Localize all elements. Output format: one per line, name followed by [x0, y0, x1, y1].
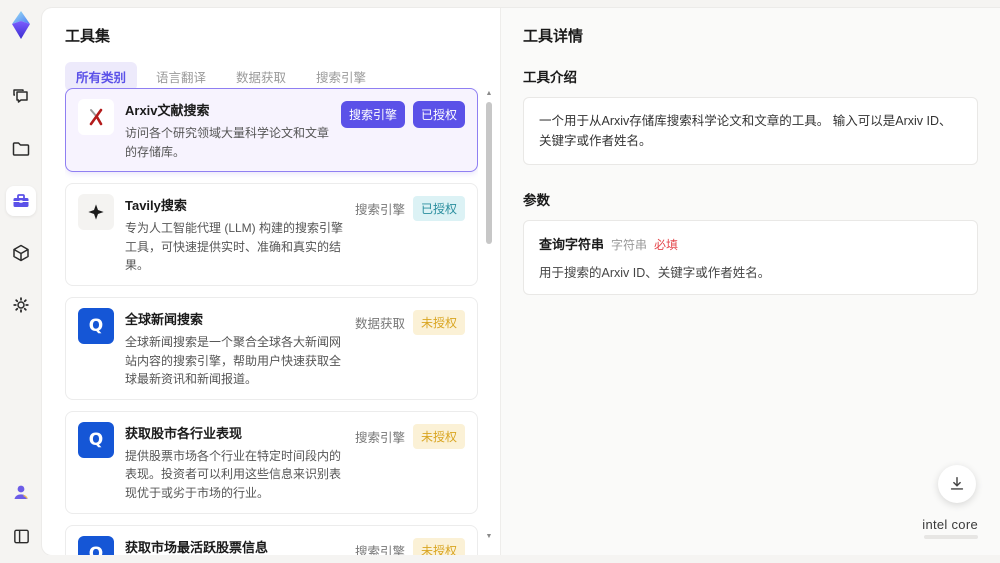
scrollbar-thumb[interactable] [486, 102, 492, 244]
param-desc: 用于搜索的Arxiv ID、关键字或作者姓名。 [539, 266, 771, 280]
tool-card-body: 获取股市各行业表现提供股票市场各个行业在特定时间段内的表现。投资者可以利用这些信… [125, 422, 344, 503]
sidebar-item-collapse[interactable] [6, 521, 36, 551]
param-box: 查询字符串 字符串 必填 用于搜索的Arxiv ID、关键字或作者姓名。 [523, 220, 978, 295]
app-window: 工具集 所有类别 语言翻译 数据获取 搜索引擎 Arxiv文献搜索 访问各个研究领域大量… [0, 0, 1000, 563]
tool-card-meta: 搜索引擎 已授权 [355, 194, 465, 275]
params-heading: 参数 [523, 193, 550, 208]
intro-text: 一个用于从Arxiv存储库搜索科学论文和文章的工具。 输入可以是Arxiv ID… [539, 114, 952, 148]
chat-icon [13, 89, 28, 103]
tool-name: 获取市场最活跃股票信息 [125, 539, 269, 555]
toolbox-icon [13, 194, 29, 207]
scrollbar-track[interactable] [485, 98, 493, 533]
tab-all-categories[interactable]: 所有类别 [65, 62, 138, 91]
tool-card-list: Arxiv文献搜索 访问各个研究领域大量科学论文和文章的存储库。 搜索引擎 已授权 T… [65, 88, 478, 555]
sidebar-item-toolbox[interactable] [6, 186, 36, 216]
news-glyph: Q [88, 315, 104, 336]
cube-icon [13, 244, 29, 262]
user-icon [14, 485, 28, 499]
auth-chip-button[interactable]: 已授权 [412, 101, 465, 128]
category-label: 搜索引擎 [354, 430, 405, 445]
content: 工具集 所有类别 语言翻译 数据获取 搜索引擎 Arxiv文献搜索 访问各个研究领域大量… [42, 8, 1000, 555]
category-chip-button[interactable]: 搜索引擎 [340, 101, 405, 128]
sidebar-item-files[interactable] [6, 134, 36, 164]
intel-core-logo: intel core [922, 517, 978, 539]
news-glyph: Q [88, 429, 104, 450]
tool-name: Arxiv文献搜索 [125, 103, 210, 118]
panel-toggle-icon [13, 529, 29, 543]
sparkle-icon [78, 194, 114, 231]
scroll-down-icon[interactable]: ▼ [486, 533, 493, 541]
category-label: 搜索引擎 [354, 544, 405, 555]
folder-icon [12, 142, 30, 156]
auth-status-badge: 未授权 [412, 309, 465, 335]
news-icon: Q [78, 421, 114, 458]
tool-name: 全球新闻搜索 [125, 311, 204, 327]
tab-category-2[interactable]: 数据获取 [225, 62, 297, 91]
top-strip [42, 0, 1000, 8]
sidebar-bottom [6, 477, 36, 551]
news-icon: Q [78, 535, 114, 555]
category-label: 搜索引擎 [354, 203, 405, 218]
tool-card-body: 全球新闻搜索全球新闻搜索是一个聚合全球各大新闻网站内容的搜索引擎，帮助用户快速获… [125, 308, 344, 389]
sidebar-item-models[interactable] [6, 238, 36, 268]
tool-card-meta: 搜索引擎 未授权 [355, 422, 465, 503]
app-logo-icon [12, 11, 30, 39]
tool-card[interactable]: Q 全球新闻搜索全球新闻搜索是一个聚合全球各大新闻网站内容的搜索引擎，帮助用户快速… [65, 296, 478, 400]
tool-card[interactable]: Q 获取市场最活跃股票信息提供当天交易量最高的股票列表。投资者可以利用这些信息来识… [65, 524, 478, 555]
tool-name: Tavily搜索 [125, 198, 187, 214]
tool-detail-panel: 工具详情 工具介绍 一个用于从Arxiv存储库搜索科学论文和文章的工具。 输入可… [500, 8, 1000, 555]
auth-status-badge: 已授权 [412, 196, 465, 222]
sparkle-icon [88, 204, 104, 220]
tool-card-body: 获取市场最活跃股票信息提供当天交易量最高的股票列表。投资者可以利用这些信息来识别… [125, 536, 344, 555]
brand-bar [924, 535, 978, 539]
tool-card[interactable]: Tavily搜索专为人工智能代理 (LLM) 构建的搜索引擎工具，可快速提供实时… [65, 183, 478, 286]
tool-name: 获取股市各行业表现 [125, 425, 243, 441]
tool-card[interactable]: Arxiv文献搜索访问各个研究领域大量科学论文和文章的存储库。 搜索引擎 已授权 [65, 88, 478, 173]
param-required-badge: 必填 [654, 238, 679, 252]
sidebar-item-chat[interactable] [6, 82, 36, 112]
news-icon: Q [78, 307, 114, 344]
tool-list-panel: 工具集 所有类别 语言翻译 数据获取 搜索引擎 Arxiv文献搜索 访问各个研究领域大量… [42, 8, 500, 555]
tool-description: 访问各个研究领域大量科学论文和文章的存储库。 [125, 126, 330, 159]
tool-description: 提供股票市场各个行业在特定时间段内的表现。投资者可以利用这些信息来识别表现优于或… [125, 448, 342, 500]
sidebar-nav [6, 82, 36, 320]
tool-card-meta: 搜索引擎 已授权 [340, 99, 465, 161]
tool-description: 全球新闻搜索是一个聚合全球各大新闻网站内容的搜索引擎，帮助用户快速获取全球最新资… [125, 334, 342, 387]
param-name: 查询字符串 [539, 237, 605, 252]
sidebar-item-settings[interactable] [6, 290, 36, 320]
download-icon [950, 476, 964, 490]
tab-category-1[interactable]: 语言翻译 [145, 62, 217, 91]
scroll-up-icon[interactable]: ▲ [486, 90, 493, 98]
tool-card[interactable]: Q 获取股市各行业表现提供股票市场各个行业在特定时间段内的表现。投资者可以利用这些… [65, 410, 478, 514]
category-label: 数据获取 [354, 316, 405, 331]
arxiv-icon [78, 99, 114, 135]
intro-heading: 工具介绍 [523, 70, 577, 85]
arxiv-icon [89, 108, 103, 126]
param-head: 查询字符串 字符串 必填 [539, 234, 962, 253]
auth-status-badge: 未授权 [412, 423, 465, 449]
tool-description: 专为人工智能代理 (LLM) 构建的搜索引擎工具，可快速提供实时、准确和真实的结… [125, 221, 344, 273]
tool-card-body: Tavily搜索专为人工智能代理 (LLM) 构建的搜索引擎工具，可快速提供实时… [125, 194, 344, 275]
news-glyph: Q [88, 543, 104, 555]
brand-text: intel core [922, 517, 978, 532]
page-title: 工具集 [65, 28, 111, 45]
detail-title: 工具详情 [523, 28, 584, 45]
intro-box: 一个用于从Arxiv存储库搜索科学论文和文章的工具。 输入可以是Arxiv ID… [523, 97, 978, 165]
param-type: 字符串 [611, 238, 648, 252]
list-scrollbar[interactable]: ▲ ▼ [484, 90, 494, 541]
main-area: 工具集 所有类别 语言翻译 数据获取 搜索引擎 Arxiv文献搜索 访问各个研究领域大量… [42, 0, 1000, 563]
category-tabs: 所有类别 语言翻译 数据获取 搜索引擎 [65, 62, 500, 91]
tool-card-meta: 搜索引擎 未授权 [355, 536, 465, 555]
tab-category-3[interactable]: 搜索引擎 [305, 62, 377, 91]
download-button[interactable] [938, 465, 976, 503]
sidebar-item-user[interactable] [6, 477, 36, 507]
settings-icon [13, 297, 29, 313]
auth-status-badge: 未授权 [412, 537, 465, 555]
left-sidebar [0, 0, 42, 563]
tool-card-meta: 数据获取 未授权 [355, 308, 465, 389]
tool-card-body: Arxiv文献搜索访问各个研究领域大量科学论文和文章的存储库。 [125, 99, 330, 161]
bottom-strip [42, 555, 1000, 563]
